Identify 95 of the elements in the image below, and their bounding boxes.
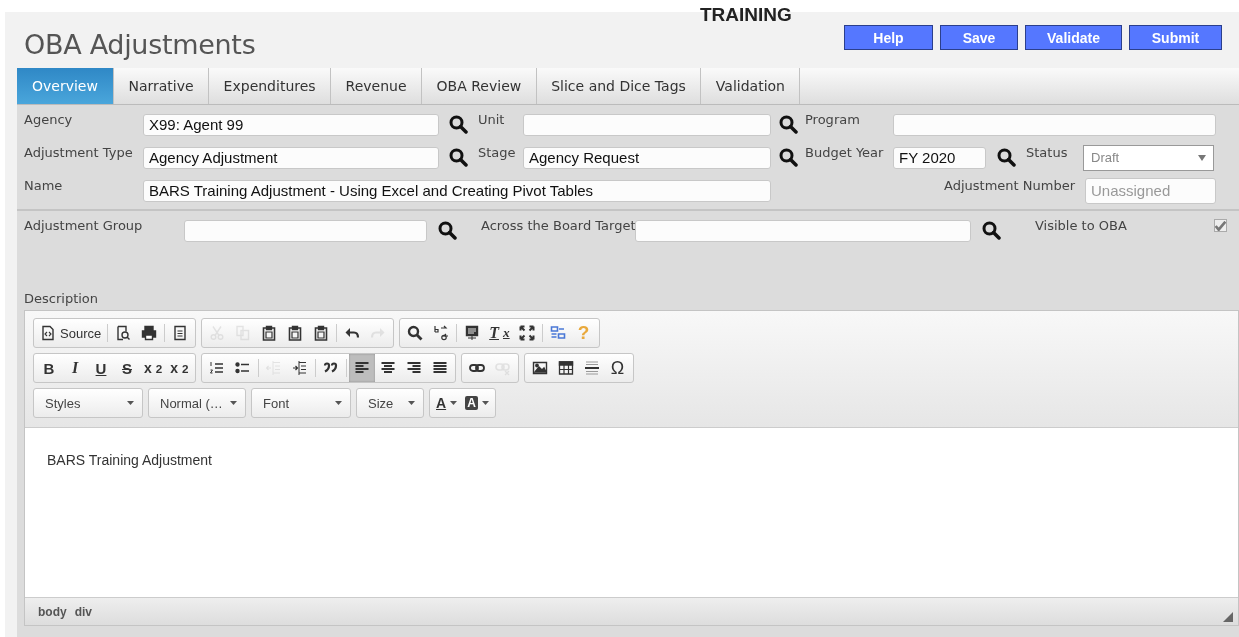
input-field[interactable] <box>893 113 1216 136</box>
text-color-button[interactable]: A <box>432 390 462 416</box>
unlink-icon <box>494 360 511 376</box>
italic-button[interactable]: I <box>62 355 88 381</box>
search-icon <box>407 325 424 341</box>
align-left-icon <box>353 360 370 376</box>
align-center-icon <box>379 360 396 376</box>
field-label: Name <box>24 178 64 193</box>
caret-icon <box>127 401 134 405</box>
dropdown-label: Normal (… <box>160 395 223 411</box>
action-button[interactable]: Help <box>844 25 933 50</box>
scissors-icon <box>209 325 226 341</box>
field-label: Visible to OBA <box>1035 218 1127 233</box>
input-field[interactable] <box>184 219 427 242</box>
editor-text: BARS Training Adjustment <box>47 452 213 468</box>
dropdown-arrow-icon <box>1198 154 1206 161</box>
input-field[interactable] <box>523 113 771 136</box>
tab[interactable]: Revenue <box>331 68 423 104</box>
tab[interactable]: Validation <box>701 68 801 104</box>
field-label: Unit <box>478 112 506 127</box>
preview-icon <box>115 325 132 341</box>
field-label: Across the Board Target <box>480 218 635 233</box>
caret-icon <box>481 401 489 405</box>
search-icon[interactable] <box>449 115 468 134</box>
field-label: Adjustment Group <box>24 218 144 233</box>
source-button[interactable]: Source <box>36 320 106 346</box>
dropdown-label: Size <box>368 395 394 411</box>
action-button[interactable]: Submit <box>1129 25 1222 50</box>
indent-icon <box>291 360 308 376</box>
tab[interactable]: Expenditures <box>209 68 332 104</box>
element-path-item[interactable]: body <box>38 604 67 619</box>
align-left-button[interactable] <box>348 354 375 382</box>
field-label: Program <box>805 112 861 127</box>
clipboard-icon <box>287 325 304 341</box>
field-label: Agency <box>24 112 74 127</box>
environment-label: TRAINING <box>700 4 792 26</box>
copy-icon <box>235 325 252 341</box>
outdent-icon <box>265 360 282 376</box>
field-label: Adjustment Type <box>24 145 134 160</box>
table-icon <box>557 360 574 376</box>
input-field[interactable] <box>635 219 971 242</box>
input-field[interactable]: BARS Training Adjustment - Using Excel and Creating Pivot Tables <box>143 179 771 202</box>
input-field[interactable]: X99: Agent 99 <box>143 113 439 136</box>
justify-icon <box>431 360 448 376</box>
bold-button[interactable]: B <box>36 355 62 381</box>
field-label: Adjustment Number <box>944 178 1075 193</box>
underline-button[interactable]: U <box>88 355 114 381</box>
caret-icon <box>408 401 415 405</box>
search-icon[interactable] <box>778 115 798 134</box>
numbered-list-icon <box>208 360 225 376</box>
field-label: Stage <box>478 145 517 160</box>
format-dropdown[interactable]: Normal (… <box>148 388 246 418</box>
document-icon <box>172 325 189 341</box>
caret-icon <box>450 401 458 405</box>
tab[interactable]: Slice and Dice Tags <box>536 68 702 104</box>
special-character-button[interactable]: Ω <box>604 355 631 381</box>
image-icon <box>531 360 548 376</box>
format-dropdown[interactable]: Font <box>251 388 351 418</box>
search-icon[interactable] <box>981 221 1001 240</box>
clipboard-icon <box>261 325 278 341</box>
format-dropdown[interactable]: Styles <box>33 388 143 418</box>
format-dropdown[interactable]: Size <box>356 388 424 418</box>
panels-icon <box>549 325 566 341</box>
caret-icon <box>335 401 342 405</box>
action-button[interactable]: Save <box>940 25 1018 50</box>
dropdown-label: Styles <box>45 395 81 411</box>
horizontal-line-icon <box>583 360 600 376</box>
caret-icon <box>230 401 237 405</box>
tab[interactable]: OBA Review <box>422 68 537 104</box>
align-right-icon <box>405 360 422 376</box>
clipboard-icon <box>313 325 330 341</box>
field-label: Status <box>1026 145 1069 160</box>
background-color-button[interactable]: A <box>461 390 493 416</box>
search-icon[interactable] <box>449 148 468 167</box>
input-field[interactable]: FY 2020 <box>893 146 986 169</box>
strikethrough-button[interactable]: S <box>114 355 140 381</box>
tab[interactable]: Narrative <box>113 68 210 104</box>
resize-grip-icon[interactable] <box>1223 611 1233 622</box>
input-field[interactable]: Agency Adjustment <box>143 146 439 169</box>
search-icon[interactable] <box>437 221 457 240</box>
field-label: Budget Year <box>805 145 885 160</box>
element-path-item[interactable]: div <box>74 604 92 619</box>
dropdown-label: Font <box>263 395 289 411</box>
code-document-icon <box>40 325 56 341</box>
redo-icon <box>370 325 387 341</box>
search-icon[interactable] <box>778 148 798 167</box>
input-field[interactable]: Unassigned <box>1085 177 1216 204</box>
field-label: Description <box>24 291 100 306</box>
printer-icon <box>141 325 158 341</box>
maximize-icon <box>518 325 535 341</box>
action-button[interactable]: Validate <box>1025 25 1122 50</box>
bulleted-list-icon <box>234 360 251 376</box>
page-title: OBA Adjustments <box>24 29 256 60</box>
input-field[interactable]: Agency Request <box>523 146 771 169</box>
search-icon[interactable] <box>996 148 1016 167</box>
